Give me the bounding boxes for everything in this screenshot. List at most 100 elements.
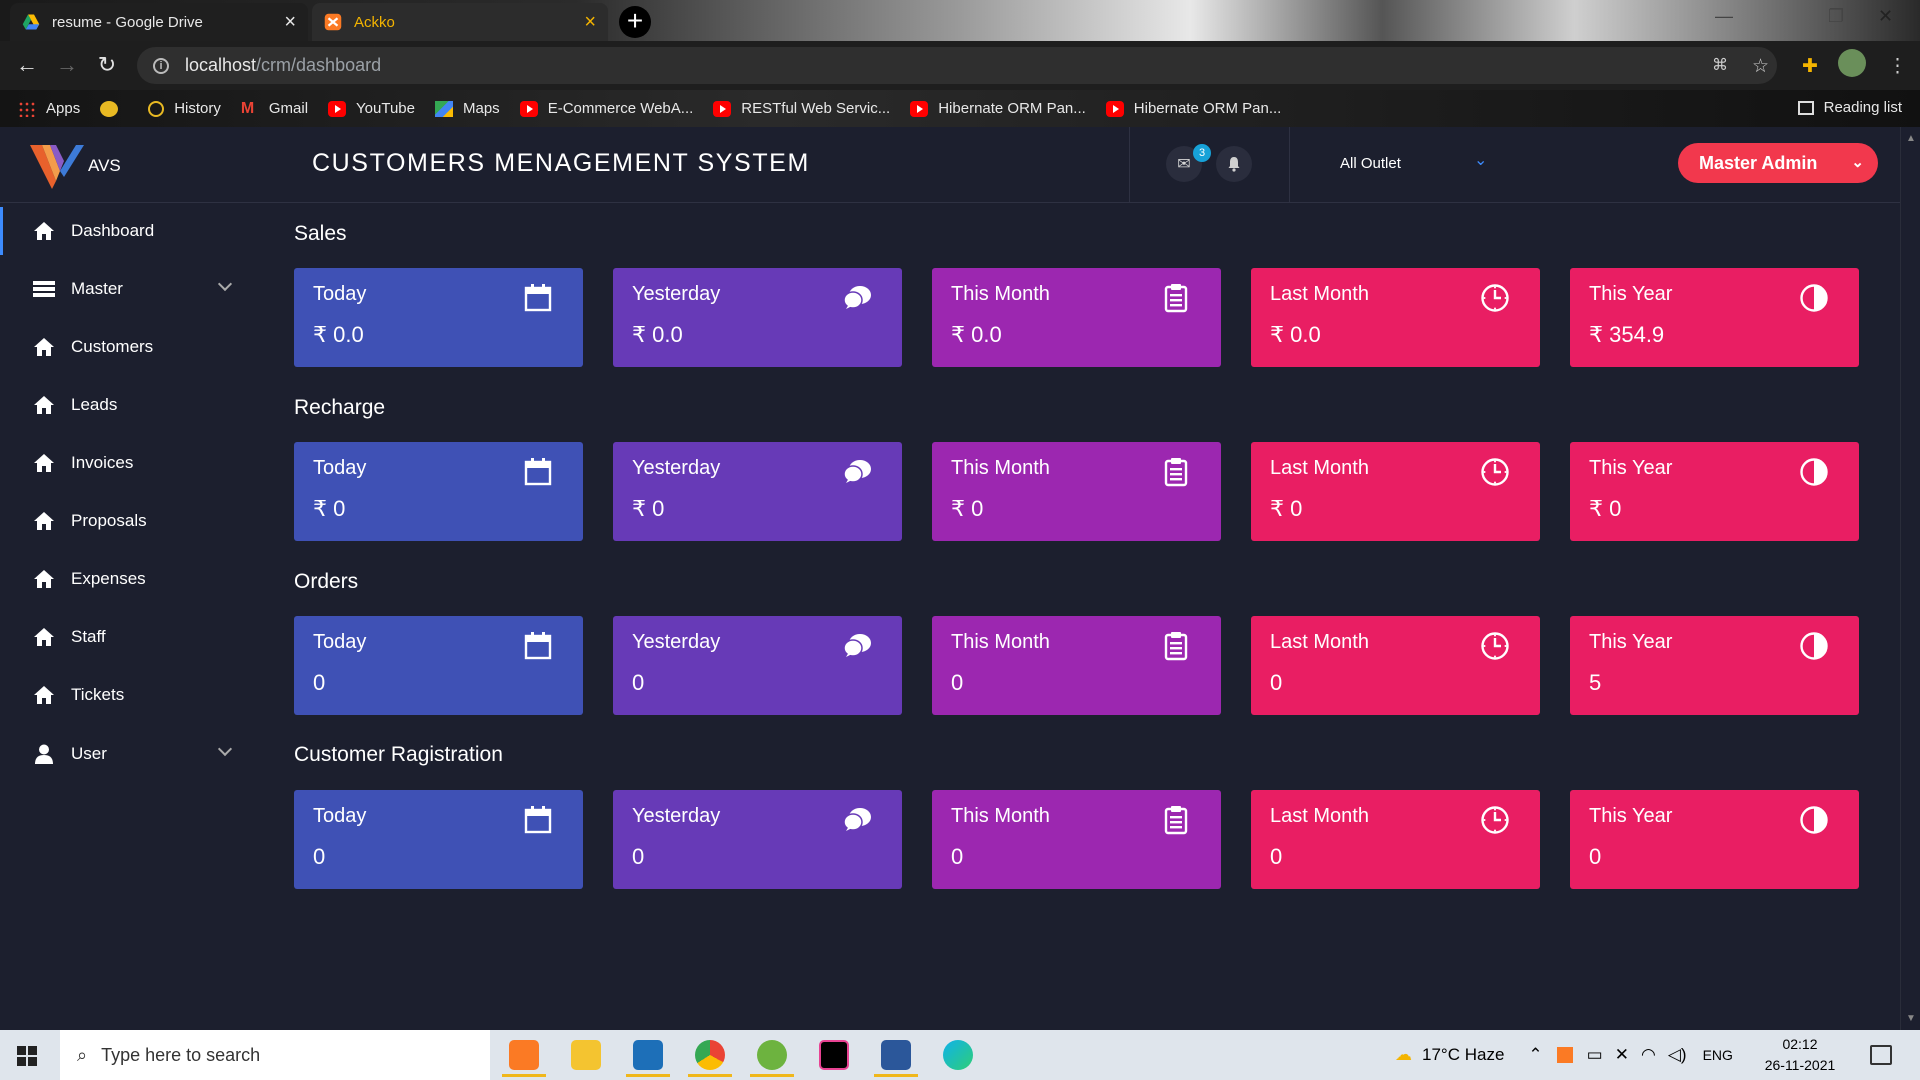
- volume-icon[interactable]: ◁): [1668, 1045, 1687, 1065]
- customer-registration-card-yesterday[interactable]: Yesterday 0: [613, 790, 902, 889]
- clock-icon: [1480, 283, 1510, 313]
- tray-icon[interactable]: ▭: [1587, 1045, 1603, 1065]
- menu-dots-icon[interactable]: ⋮: [1888, 55, 1907, 78]
- site-info-icon[interactable]: i: [153, 57, 169, 74]
- orders-card-yesterday[interactable]: Yesterday 0: [613, 616, 902, 715]
- page-scrollbar[interactable]: ▲ ▼: [1900, 127, 1920, 1030]
- reading-list-label: Reading list: [1823, 99, 1902, 116]
- recharge-card-today[interactable]: Today ₹ 0: [294, 442, 583, 541]
- avs-logo-icon: [30, 145, 84, 189]
- sidebar-item-label: User: [71, 744, 107, 763]
- sidebar-item-label: Leads: [71, 395, 118, 414]
- card-label: Today: [313, 457, 367, 479]
- tab-google-drive[interactable]: resume - Google Drive ×: [10, 3, 308, 41]
- sales-card-yesterday[interactable]: Yesterday ₹ 0.0: [613, 268, 902, 367]
- taskbar-search-input[interactable]: ⌕ Type here to search: [60, 1030, 490, 1080]
- clock[interactable]: 02:12 26-11-2021: [1750, 1034, 1850, 1076]
- orders-card-this-year[interactable]: This Year 5: [1570, 616, 1859, 715]
- forward-arrow-icon[interactable]: →: [52, 50, 82, 80]
- wifi-icon[interactable]: ◠: [1641, 1045, 1656, 1065]
- xampp-tray-icon[interactable]: [1556, 1047, 1573, 1063]
- close-window-icon[interactable]: ✕: [1878, 6, 1893, 27]
- customer-registration-card-today[interactable]: Today 0: [294, 790, 583, 889]
- taskbar-file-explorer[interactable]: [560, 1033, 612, 1077]
- scroll-down-icon[interactable]: ▼: [1906, 1013, 1916, 1024]
- restore-icon[interactable]: ❐: [1828, 6, 1844, 27]
- bookmark-globe[interactable]: [100, 100, 128, 117]
- card-value: 0: [1589, 844, 1602, 869]
- bookmark-apps[interactable]: Apps: [18, 100, 80, 117]
- close-tab-icon[interactable]: ×: [584, 11, 596, 34]
- bookmark-restful[interactable]: RESTful Web Servic...: [713, 100, 890, 117]
- bookmark-hibernate-2[interactable]: Hibernate ORM Pan...: [1105, 100, 1281, 117]
- close-tab-icon[interactable]: ×: [284, 11, 296, 34]
- bookmark-star-icon[interactable]: ☆: [1752, 55, 1769, 78]
- translate-icon[interactable]: ⌘: [1712, 55, 1728, 75]
- bookmark-youtube[interactable]: YouTube: [328, 100, 415, 117]
- recharge-card-last-month[interactable]: Last Month ₹ 0: [1251, 442, 1540, 541]
- sidebar-item-proposals[interactable]: Proposals: [0, 497, 262, 545]
- taskbar-spring[interactable]: [746, 1033, 798, 1077]
- notifications-button[interactable]: [1216, 146, 1252, 182]
- master-admin-button[interactable]: Master Admin ⌄: [1678, 143, 1878, 183]
- sidebar-item-expenses[interactable]: Expenses: [0, 555, 262, 603]
- customer-registration-card-this-year[interactable]: This Year 0: [1570, 790, 1859, 889]
- taskbar-app-3[interactable]: [622, 1033, 674, 1077]
- recharge-card-yesterday[interactable]: Yesterday ₹ 0: [613, 442, 902, 541]
- customer-registration-card-this-month[interactable]: This Month 0: [932, 790, 1221, 889]
- clipboard-icon: [1161, 457, 1191, 487]
- url-bar[interactable]: i localhost/crm/dashboard: [137, 47, 1777, 84]
- minimize-icon[interactable]: —: [1715, 6, 1733, 27]
- extensions-icon[interactable]: ✚: [1802, 55, 1818, 78]
- sidebar-item-leads[interactable]: Leads: [0, 381, 262, 429]
- sidebar-item-invoices[interactable]: Invoices: [0, 439, 262, 487]
- taskbar-edge[interactable]: [932, 1033, 984, 1077]
- taskbar-word[interactable]: [870, 1033, 922, 1077]
- recharge-card-this-month[interactable]: This Month ₹ 0: [932, 442, 1221, 541]
- sidebar-item-customers[interactable]: Customers: [0, 323, 262, 371]
- taskbar-intellij[interactable]: [808, 1033, 860, 1077]
- windows-start-icon[interactable]: [17, 1046, 37, 1066]
- tab-ackko[interactable]: Ackko ×: [312, 3, 608, 41]
- chevron-up-icon[interactable]: ⌃: [1528, 1045, 1542, 1065]
- reading-list-icon: [1797, 100, 1814, 115]
- tray-icon[interactable]: ✕: [1615, 1045, 1629, 1065]
- bookmark-gmail[interactable]: M Gmail: [241, 100, 308, 117]
- sidebar-item-master[interactable]: Master: [0, 265, 262, 313]
- reload-icon[interactable]: ↻: [92, 50, 122, 80]
- bookmark-label: Gmail: [268, 100, 309, 117]
- browser-tab-strip: resume - Google Drive × Ackko × + — ❐ ✕: [0, 0, 1920, 41]
- card-value: ₹ 0: [1589, 496, 1622, 521]
- bookmark-ecommerce[interactable]: E-Commerce WebA...: [519, 100, 693, 117]
- bookmark-history[interactable]: History: [148, 100, 221, 117]
- youtube-icon: [713, 100, 732, 117]
- taskbar-chrome[interactable]: [684, 1033, 736, 1077]
- sidebar-item-tickets[interactable]: Tickets: [0, 671, 262, 719]
- reading-list-button[interactable]: Reading list: [1797, 99, 1902, 116]
- sidebar-item-staff[interactable]: Staff: [0, 613, 262, 661]
- sidebar-item-user[interactable]: User: [0, 730, 262, 778]
- orders-card-this-month[interactable]: This Month 0: [932, 616, 1221, 715]
- taskbar-xampp[interactable]: [498, 1033, 550, 1077]
- sidebar-item-label: Invoices: [71, 453, 134, 472]
- sales-card-this-year[interactable]: This Year ₹ 354.9: [1570, 268, 1859, 367]
- new-tab-button[interactable]: +: [619, 6, 651, 38]
- outlet-select[interactable]: All Outlet: [1340, 155, 1401, 172]
- bookmark-hibernate-1[interactable]: Hibernate ORM Pan...: [910, 100, 1086, 117]
- profile-avatar[interactable]: [1838, 49, 1866, 77]
- sidebar-item-dashboard[interactable]: Dashboard: [0, 207, 262, 255]
- weather-text[interactable]: 17°C Haze: [1422, 1045, 1504, 1065]
- bookmark-maps[interactable]: Maps: [435, 100, 500, 117]
- language-indicator[interactable]: ENG: [1703, 1047, 1733, 1063]
- orders-card-last-month[interactable]: Last Month 0: [1251, 616, 1540, 715]
- sales-card-this-month[interactable]: This Month ₹ 0.0: [932, 268, 1221, 367]
- back-arrow-icon[interactable]: ←: [12, 50, 42, 80]
- notification-center-icon[interactable]: [1870, 1045, 1892, 1065]
- recharge-card-this-year[interactable]: This Year ₹ 0: [1570, 442, 1859, 541]
- sales-card-today[interactable]: Today ₹ 0.0: [294, 268, 583, 367]
- chevron-down-icon[interactable]: ⌄: [1474, 150, 1487, 170]
- sales-card-last-month[interactable]: Last Month ₹ 0.0: [1251, 268, 1540, 367]
- customer-registration-card-last-month[interactable]: Last Month 0: [1251, 790, 1540, 889]
- orders-card-today[interactable]: Today 0: [294, 616, 583, 715]
- scroll-up-icon[interactable]: ▲: [1906, 133, 1916, 144]
